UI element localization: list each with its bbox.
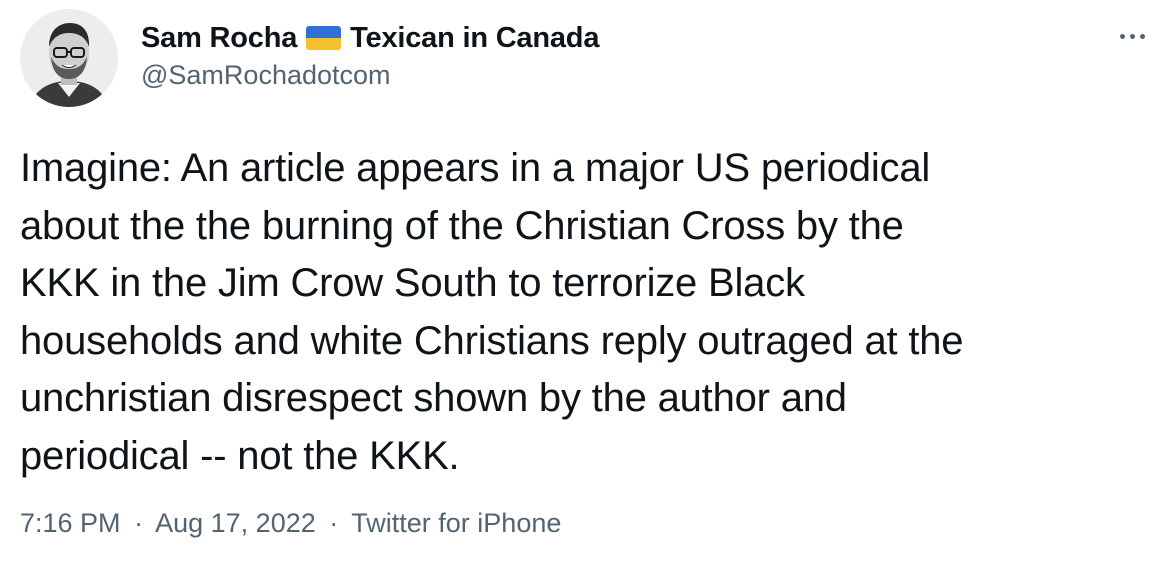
more-dot — [1129, 33, 1135, 39]
tweet-card: Sam Rocha Texican in Canada @SamRochadot… — [0, 0, 1175, 568]
tweet-source[interactable]: Twitter for iPhone — [351, 508, 561, 538]
meta-separator: · — [329, 508, 339, 538]
tweet-date[interactable]: Aug 17, 2022 — [155, 508, 316, 538]
author-name[interactable]: Sam Rocha Texican in Canada — [141, 18, 599, 58]
display-name-end[interactable]: Texican in Canada — [350, 22, 599, 55]
more-dot — [1139, 33, 1145, 39]
ukraine-flag-icon — [306, 26, 342, 50]
more-horizontal-icon — [1119, 33, 1125, 39]
meta-separator: · — [134, 508, 144, 538]
avatar[interactable] — [20, 9, 118, 107]
display-name-start[interactable]: Sam Rocha — [141, 22, 297, 55]
avatar-photo — [20, 9, 118, 107]
tweet-text: Imagine: An article appears in a major U… — [20, 146, 964, 478]
tweet-metadata: 7:16 PM · Aug 17, 2022 · Twitter for iPh… — [20, 508, 561, 539]
author-handle[interactable]: @SamRochadotcom — [141, 60, 391, 91]
tweet-time[interactable]: 7:16 PM — [20, 508, 121, 538]
more-options-button[interactable] — [1110, 16, 1154, 56]
